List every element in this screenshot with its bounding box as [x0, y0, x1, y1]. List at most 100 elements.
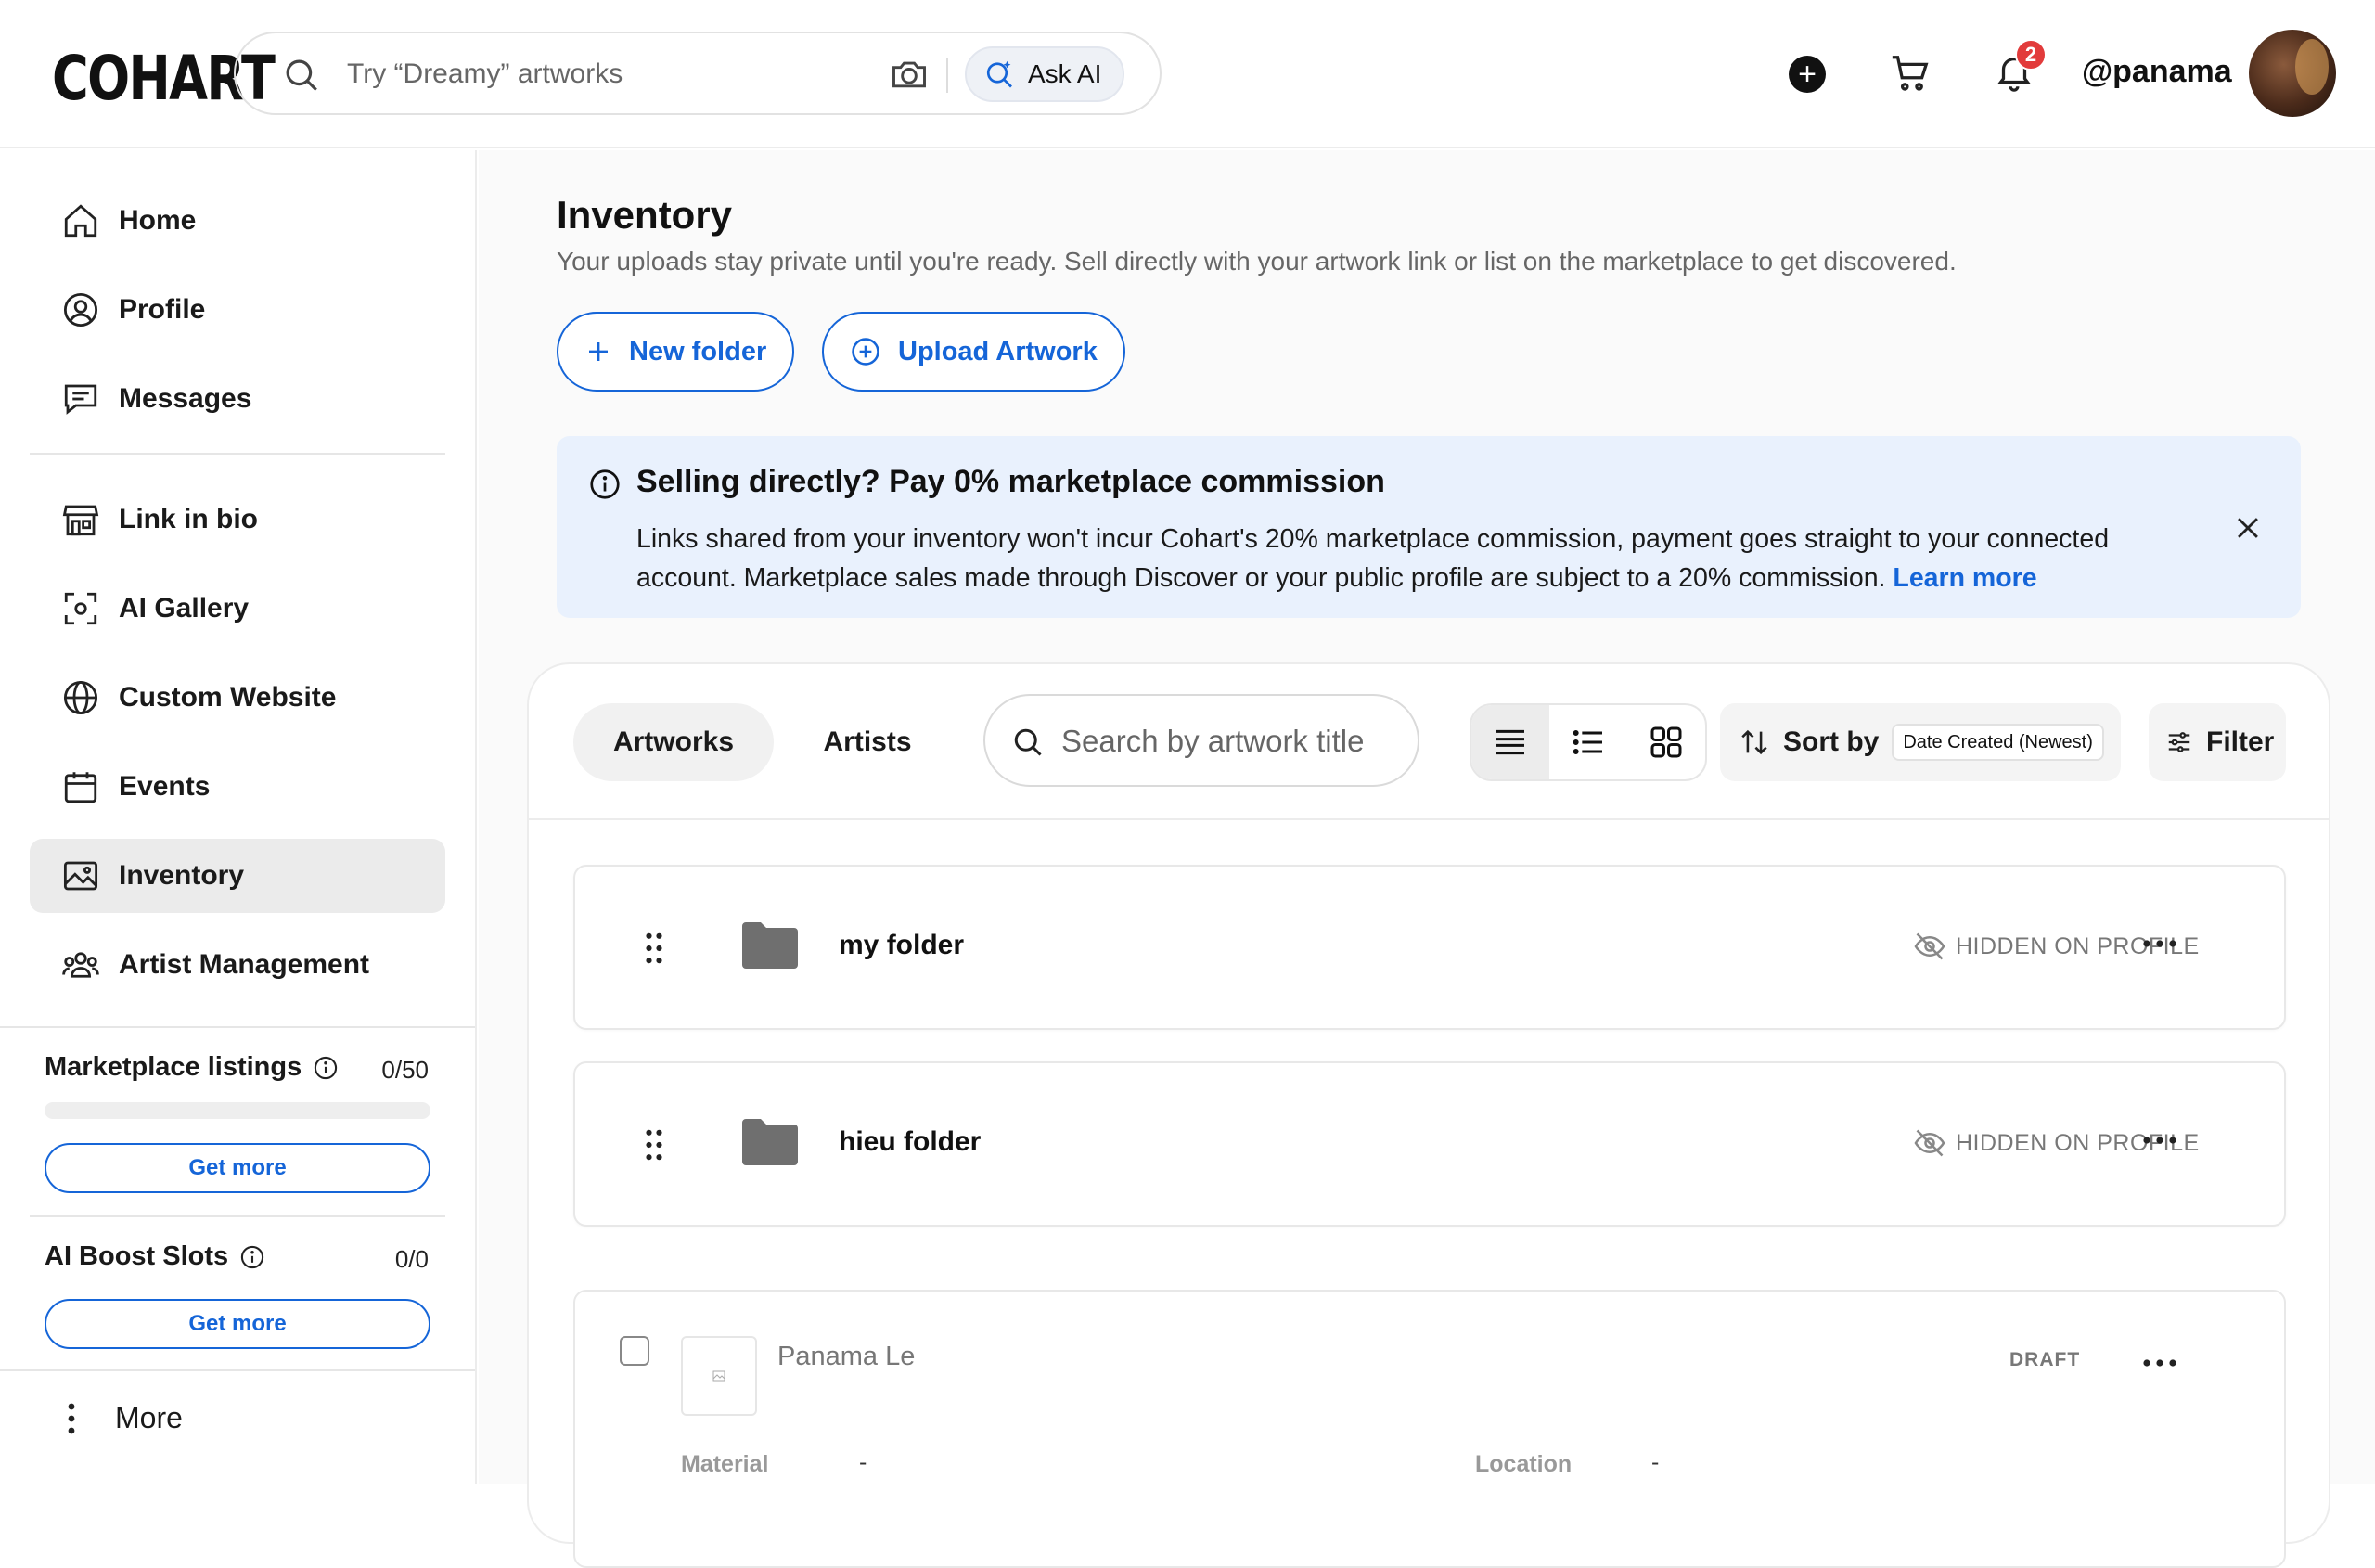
upload-artwork-button[interactable]: Upload Artwork [822, 312, 1125, 392]
rows-icon [1496, 729, 1524, 755]
ai-boost-slots-label: AI Boost Slots [45, 1241, 265, 1272]
sidebar-item-events[interactable]: Events [30, 750, 445, 824]
sort-arrows-icon [1741, 729, 1767, 755]
folder-icon [742, 1119, 798, 1165]
top-bar: COHART Ask AI + 2 @panama [0, 0, 2375, 148]
search-divider [946, 58, 948, 93]
main-content: Inventory Your uploads stay private unti… [479, 150, 2375, 1568]
ask-ai-button[interactable]: Ask AI [965, 46, 1124, 102]
global-search[interactable]: Ask AI [234, 32, 1162, 115]
sidebar-item-label: Link in bio [119, 504, 258, 534]
folder-icon [742, 922, 798, 969]
sort-label: Sort by [1783, 726, 1880, 757]
sidebar-item-profile[interactable]: Profile [30, 273, 445, 347]
create-plus-button[interactable]: + [1789, 56, 1826, 93]
search-icon [286, 59, 317, 91]
folder-row[interactable]: my folder HIDDEN ON PROFILE [573, 865, 2286, 1030]
tab-artists[interactable]: Artists [798, 703, 937, 781]
sidebar-divider [30, 453, 445, 455]
info-icon[interactable] [239, 1244, 265, 1270]
new-folder-button[interactable]: New folder [557, 312, 795, 392]
more-menu[interactable]: More [65, 1401, 183, 1435]
sidebar-divider [30, 1215, 445, 1217]
artwork-search[interactable] [983, 694, 1419, 787]
ask-ai-label: Ask AI [1028, 59, 1102, 88]
artwork-search-input[interactable] [1061, 722, 1395, 761]
sliders-icon [2168, 732, 2190, 752]
camera-icon[interactable] [889, 54, 930, 95]
view-toggle [1470, 703, 1707, 781]
marketplace-listings-count: 0/50 [381, 1056, 429, 1084]
sort-value: Date Created (Newest) [1892, 724, 2104, 761]
sidebar-divider [0, 1369, 475, 1371]
drag-handle-icon[interactable] [644, 932, 664, 965]
notification-badge: 2 [2015, 39, 2047, 71]
boost-get-more-button[interactable]: Get more [45, 1299, 430, 1349]
learn-more-link[interactable]: Learn more [1893, 563, 2036, 593]
sidebar-item-link-in-bio[interactable]: Link in bio [30, 482, 445, 557]
eye-off-icon [1914, 932, 1945, 960]
view-grid-button[interactable] [1627, 705, 1705, 779]
vertical-dots-icon [68, 1403, 75, 1433]
folder-row[interactable]: hieu folder HIDDEN ON PROFILE [573, 1061, 2286, 1227]
folder-name: my folder [839, 930, 965, 960]
sidebar-item-label: Home [119, 205, 197, 236]
ai-boost-slots-text: AI Boost Slots [45, 1241, 229, 1271]
global-search-input[interactable] [347, 52, 904, 96]
people-icon [61, 945, 100, 984]
more-horizontal-icon[interactable] [2141, 930, 2178, 958]
sidebar-item-home[interactable]: Home [30, 184, 445, 258]
filter-button[interactable]: Filter [2149, 703, 2286, 781]
sidebar-item-messages[interactable]: Messages [30, 362, 445, 436]
storefront-icon [61, 500, 100, 539]
artwork-status: DRAFT [2009, 1349, 2081, 1370]
info-icon [590, 469, 620, 499]
close-icon[interactable] [2232, 512, 2264, 544]
sidebar: Home Profile Messages Link in bio AI Gal… [0, 150, 477, 1484]
username[interactable]: @panama [2082, 54, 2232, 90]
commission-banner: Selling directly? Pay 0% marketplace com… [557, 436, 2301, 618]
sort-dropdown[interactable]: Sort by Date Created (Newest) [1720, 703, 2121, 781]
sidebar-item-artist-management[interactable]: Artist Management [30, 928, 445, 1002]
tab-artworks[interactable]: Artworks [573, 703, 774, 781]
sidebar-item-custom-website[interactable]: Custom Website [30, 661, 445, 735]
artwork-artist-name: Panama Le [777, 1342, 916, 1371]
sidebar-item-label: AI Gallery [119, 593, 250, 623]
info-icon[interactable] [313, 1055, 339, 1081]
more-horizontal-icon[interactable] [2141, 1126, 2178, 1154]
view-rows-button[interactable] [1471, 705, 1549, 779]
sidebar-item-label: Inventory [119, 860, 245, 891]
search-icon [1014, 728, 1042, 756]
sidebar-divider [0, 1026, 475, 1028]
banner-text: Links shared from your inventory won't i… [636, 520, 2195, 598]
grid-icon [1650, 726, 1682, 758]
inventory-panel: Artworks Artists Sort by Date Created (N… [527, 662, 2330, 1568]
ai-boost-slots-count: 0/0 [394, 1245, 429, 1273]
user-circle-icon [61, 290, 100, 329]
eye-off-icon [1914, 1129, 1945, 1157]
avatar[interactable] [2249, 30, 2336, 117]
artwork-row[interactable]: Panama Le DRAFT Material - Location - [573, 1290, 2286, 1568]
sidebar-item-inventory[interactable]: Inventory [30, 839, 445, 913]
marketplace-get-more-button[interactable]: Get more [45, 1143, 430, 1193]
sidebar-item-label: Artist Management [119, 949, 370, 980]
image-icon [61, 856, 100, 895]
panel-divider [529, 818, 2329, 820]
list-icon [1573, 729, 1602, 755]
globe-icon [61, 678, 100, 717]
calendar-icon [61, 767, 100, 806]
sidebar-item-label: Profile [119, 294, 206, 325]
more-label: More [115, 1401, 183, 1434]
new-folder-label: New folder [629, 336, 767, 366]
view-list-button[interactable] [1549, 705, 1627, 779]
message-icon [61, 379, 100, 418]
drag-handle-icon[interactable] [644, 1128, 664, 1162]
marketplace-listings-progress [45, 1102, 430, 1119]
page-title: Inventory [557, 193, 733, 237]
artwork-checkbox[interactable] [620, 1336, 649, 1366]
sidebar-item-ai-gallery[interactable]: AI Gallery [30, 572, 445, 646]
artwork-thumbnail[interactable] [681, 1336, 757, 1416]
cart-icon[interactable] [1889, 52, 1932, 95]
scan-icon [61, 589, 100, 628]
more-horizontal-icon[interactable] [2141, 1349, 2178, 1377]
